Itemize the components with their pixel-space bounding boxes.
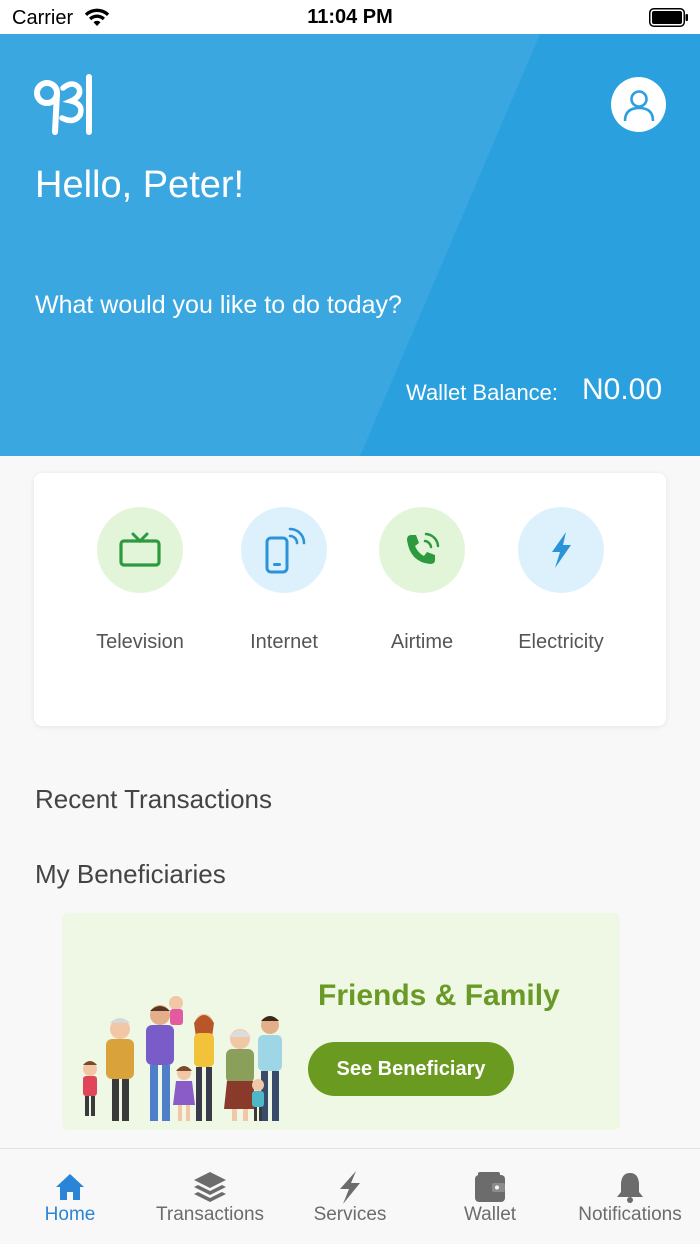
tab-notifications[interactable]: Notifications [560, 1149, 700, 1244]
service-internet[interactable]: Internet [209, 507, 359, 667]
tab-bar: Home Transactions Services Wallet Notifi… [0, 1148, 700, 1244]
mobile-wifi-icon [265, 527, 306, 574]
wallet-balance-label: Wallet Balance: [406, 380, 559, 405]
user-icon [623, 89, 654, 121]
service-television-label: Television [96, 631, 184, 653]
service-airtime-label: Airtime [390, 631, 454, 653]
beneficiary-card: Friends & Family See Beneficiary [62, 913, 620, 1130]
service-electricity-label: Electricity [518, 631, 604, 653]
service-electricity[interactable]: Electricity [486, 507, 636, 667]
recent-transactions-title: Recent Transactions [35, 784, 273, 814]
lightning-icon [340, 1171, 360, 1204]
status-bar: Carrier 11:04 PM [0, 0, 700, 34]
family-illustration [83, 996, 282, 1121]
services-card: Television Internet Airtime Electricity [34, 473, 666, 726]
tv-icon [119, 532, 161, 567]
phone-call-icon [407, 532, 440, 564]
my-beneficiaries-title: My Beneficiaries [35, 859, 226, 889]
tab-home[interactable]: Home [0, 1149, 140, 1244]
clock: 11:04 PM [307, 6, 393, 28]
tab-services[interactable]: Services [280, 1149, 420, 1244]
service-internet-circle [241, 507, 327, 593]
home-icon [56, 1174, 84, 1200]
layers-icon [194, 1172, 226, 1202]
service-airtime[interactable]: Airtime [347, 507, 497, 667]
profile-button[interactable] [611, 77, 666, 132]
service-electricity-circle [518, 507, 604, 593]
service-airtime-circle [379, 507, 465, 593]
tab-notifications-label: Notifications [578, 1204, 682, 1225]
tab-wallet-label: Wallet [463, 1204, 517, 1225]
tab-wallet[interactable]: Wallet [420, 1149, 560, 1244]
beneficiary-title: Friends & Family [318, 979, 560, 1012]
battery-icon [649, 8, 688, 27]
tab-services-label: Services [313, 1204, 387, 1225]
service-television-circle [97, 507, 183, 593]
tab-home-label: Home [44, 1204, 96, 1225]
tab-transactions[interactable]: Transactions [140, 1149, 280, 1244]
lightning-icon [552, 532, 571, 568]
service-television[interactable]: Television [65, 507, 215, 667]
greeting-text: Hello, Peter! [35, 164, 245, 206]
prompt-text: What would you like to do today? [35, 291, 402, 319]
wallet-balance-value: N0.00 [582, 373, 663, 406]
service-internet-label: Internet [250, 631, 318, 653]
header-banner: Hello, Peter! What would you like to do … [0, 34, 700, 456]
wallet-icon [475, 1172, 505, 1202]
tab-transactions-label: Transactions [155, 1204, 265, 1225]
see-beneficiary-button[interactable]: See Beneficiary [308, 1042, 514, 1096]
bell-icon [617, 1173, 643, 1203]
app-logo [34, 74, 92, 135]
